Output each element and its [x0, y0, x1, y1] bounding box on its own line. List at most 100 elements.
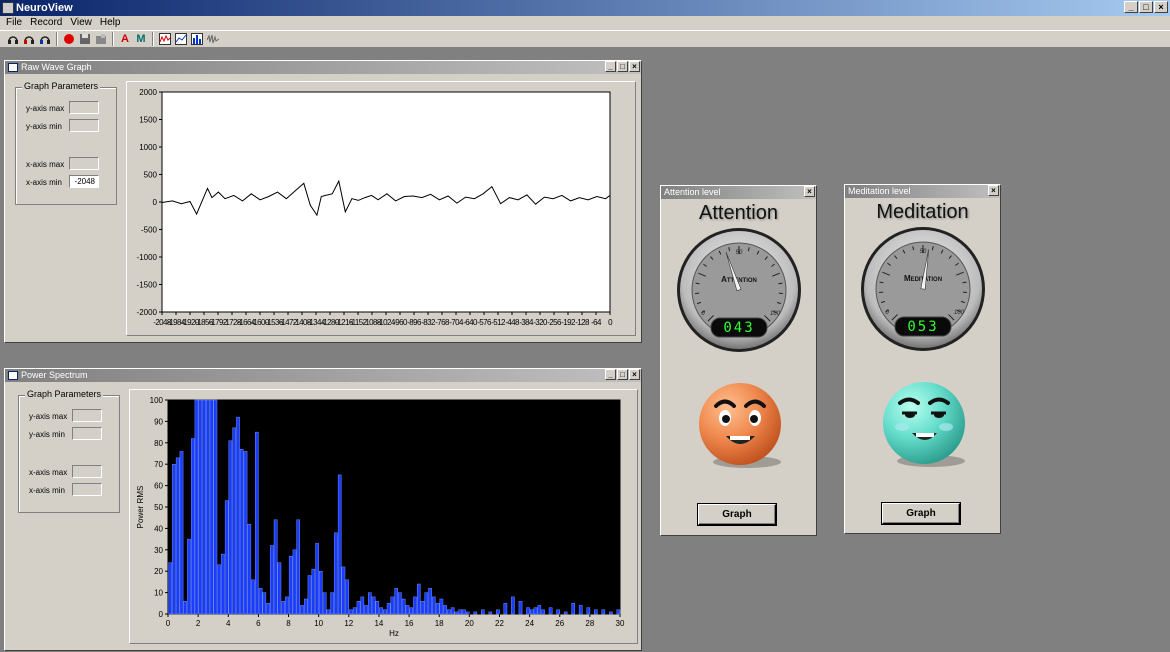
line-graph-icon[interactable] [174, 32, 188, 46]
power-bar [288, 555, 293, 615]
toolbar: A M [0, 30, 1170, 48]
menu-help[interactable]: Help [96, 16, 125, 30]
record-icon[interactable] [62, 32, 76, 46]
menu-record[interactable]: Record [26, 16, 66, 30]
power-bar [198, 399, 203, 615]
meditation-window: Meditation level × Meditation 500100Medi… [844, 184, 1001, 534]
y-tick-label: -1000 [137, 253, 158, 262]
meditation-window-title: Meditation level [848, 186, 911, 196]
power-spectrum-title: Power Spectrum [21, 370, 88, 380]
raw-wave-graph-frame: 2000 1500 1000 500 0 -500 -1000 -1500 -2000 -2048… [126, 81, 636, 336]
y-axis-min-field[interactable] [72, 427, 102, 440]
menu-view[interactable]: View [66, 16, 96, 30]
close-icon[interactable]: × [629, 369, 640, 380]
y-tick-label: 2000 [139, 88, 157, 97]
menu-file[interactable]: File [2, 16, 26, 30]
power-bar [273, 519, 278, 615]
minimize-icon[interactable]: _ [1124, 1, 1138, 13]
power-bar [394, 588, 399, 615]
power-bar [191, 438, 195, 615]
power-bar [435, 603, 440, 615]
x-tick-label: 24 [525, 619, 534, 628]
x-axis-min-field[interactable]: -2048 [69, 175, 99, 188]
headset-connect-icon[interactable] [6, 32, 20, 46]
attention-gauge: 500 100Attention043 [677, 228, 801, 352]
x-tick-label: -256 [547, 318, 562, 327]
power-bar [537, 605, 542, 615]
power-bar [172, 463, 176, 615]
power-bar [409, 607, 414, 615]
x-tick-label: 18 [435, 619, 444, 628]
x-tick-label: -640 [463, 318, 478, 327]
attention-toggle-icon[interactable]: A [118, 32, 132, 46]
power-bar [337, 474, 342, 615]
headset-disconnect-icon[interactable] [22, 32, 36, 46]
maximize-icon[interactable]: □ [617, 61, 628, 72]
gauge-scale-max: 100 [954, 310, 965, 316]
gauge-scale-max: 100 [770, 311, 781, 317]
close-icon[interactable]: × [804, 186, 815, 197]
power-bar [586, 607, 591, 615]
x-tick-label: 12 [344, 619, 353, 628]
attention-graph-button[interactable]: Graph [697, 503, 777, 526]
x-axis-max-field[interactable] [72, 465, 102, 478]
y-axis-min-field[interactable] [69, 119, 99, 132]
meditation-toggle-icon[interactable]: M [134, 32, 148, 46]
y-tick-label: 100 [150, 396, 164, 405]
app-icon [2, 2, 14, 14]
minimize-icon[interactable]: _ [605, 369, 616, 380]
power-bar [194, 399, 199, 615]
power-bar [443, 605, 447, 615]
meditation-titlebar: Meditation level × [845, 185, 1000, 198]
raw-wave-chart: 2000150010005000-500-1000-1500-2000-2048… [137, 88, 614, 327]
power-bar [526, 607, 530, 615]
x-axis-min-field[interactable] [72, 483, 102, 496]
y-tick-label: -500 [141, 226, 158, 235]
gauge-scale-mid: 50 [736, 250, 743, 256]
x-tick-label: 8 [286, 619, 291, 628]
power-bar [424, 592, 429, 615]
spectrum-icon[interactable] [206, 32, 220, 46]
y-axis-max-field[interactable] [69, 101, 99, 114]
close-icon[interactable]: × [988, 185, 999, 196]
maximize-icon[interactable]: □ [1139, 1, 1153, 13]
app-title: NeuroView [16, 2, 73, 14]
menubar: File Record View Help [0, 16, 1170, 30]
gauge-digital-readout: 043 [723, 320, 754, 336]
raw-wave-titlebar: Raw Wave Graph _ □ × [5, 61, 641, 74]
power-bar [481, 609, 485, 615]
power-bar [307, 575, 312, 615]
x-tick-label: -704 [449, 318, 464, 327]
minimize-icon[interactable]: _ [605, 61, 616, 72]
meditation-graph-button[interactable]: Graph [881, 502, 961, 525]
y-tick-label: 20 [154, 567, 163, 576]
save-icon[interactable] [78, 32, 92, 46]
y-axis-max-field[interactable] [72, 409, 102, 422]
power-bar [563, 611, 568, 615]
x-tick-label: -960 [393, 318, 408, 327]
power-bar [303, 598, 308, 615]
power-bar [465, 611, 470, 615]
power-bar [428, 588, 432, 615]
power-bar [322, 592, 327, 615]
power-spectrum-graph-frame: 100 90 80 70 60 50 40 30 20 10 0 0 2 4 6 8 10 12 14 16 18 20 2… [129, 389, 638, 644]
headset-settings-icon[interactable] [38, 32, 52, 46]
y-axis-max-label: y-axis max [29, 412, 68, 421]
raw-wave-title: Raw Wave Graph [21, 62, 92, 72]
x-tick-label: 6 [256, 619, 261, 628]
power-bar [292, 549, 297, 615]
raw-wave-icon[interactable] [158, 32, 172, 46]
x-tick-label: -128 [575, 318, 590, 327]
bar-graph-icon[interactable] [190, 32, 204, 46]
x-axis-max-field[interactable] [69, 157, 99, 170]
power-bar [511, 596, 515, 615]
maximize-icon[interactable]: □ [617, 369, 628, 380]
x-tick-label: 16 [405, 619, 414, 628]
power-bar [266, 603, 270, 615]
close-icon[interactable]: × [629, 61, 640, 72]
power-bar [360, 596, 365, 615]
power-bar [364, 605, 368, 615]
close-icon[interactable]: × [1154, 1, 1168, 13]
open-file-icon[interactable] [94, 32, 108, 46]
y-tick-label: 10 [154, 589, 163, 598]
